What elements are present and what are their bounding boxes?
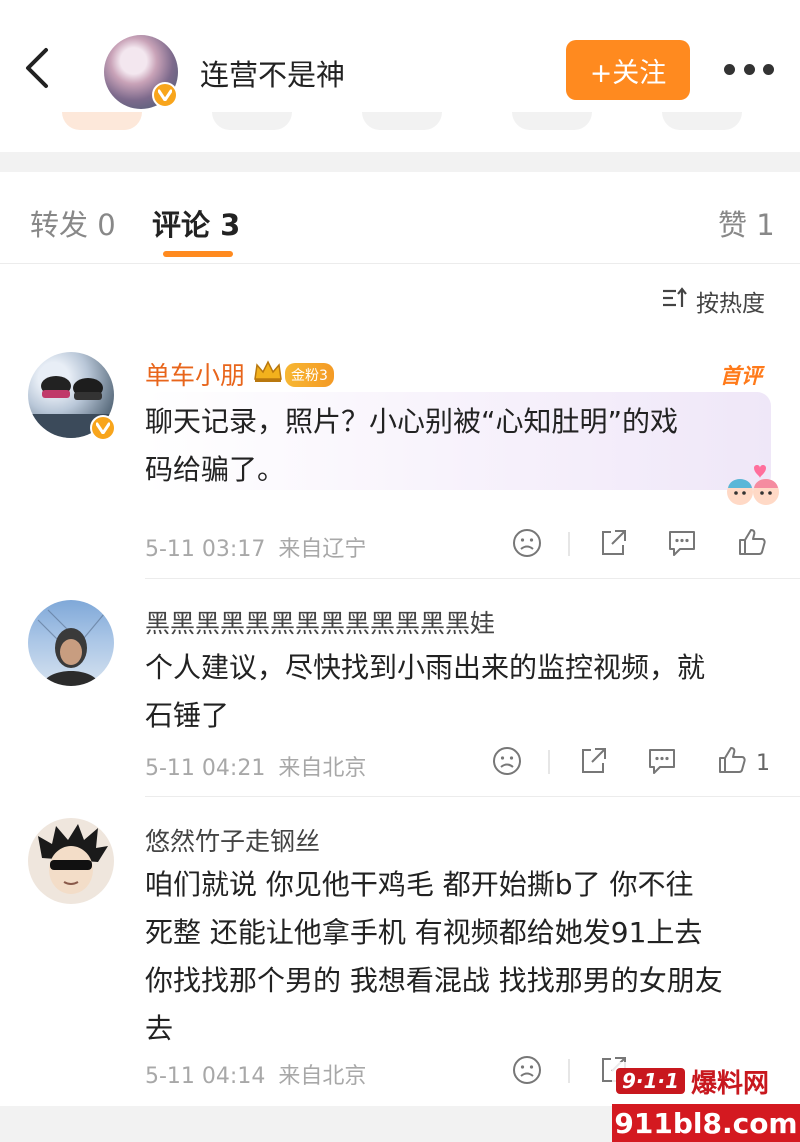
fans-level-badge: 金粉3 bbox=[285, 363, 334, 387]
verified-icon bbox=[90, 415, 116, 441]
comment-text-line: 个人建议，尽快找到小雨出来的监控视频，就 bbox=[145, 651, 706, 684]
like-button[interactable] bbox=[736, 526, 776, 564]
dislike-button[interactable] bbox=[512, 528, 542, 564]
comment-meta: 5-11 03:17 来自辽宁 bbox=[145, 531, 366, 563]
share-button[interactable] bbox=[578, 746, 608, 782]
first-comment-badge: 首评 bbox=[720, 364, 762, 388]
comment-text-line: 聊天记录，照片？小心别被“心知肚明”的戏 bbox=[145, 405, 679, 438]
comment-text-line: 你找找那个男的 我想看混战 找找那男的女朋友 bbox=[145, 964, 723, 997]
share-button[interactable] bbox=[598, 528, 628, 564]
comment-meta: 5-11 04:14 来自北京 bbox=[145, 1058, 366, 1090]
comment-icon bbox=[646, 746, 678, 782]
timestamp: 5-11 04:14 bbox=[145, 1064, 266, 1089]
tab-likes[interactable]: 赞 1 bbox=[718, 202, 775, 244]
reply-button[interactable] bbox=[666, 528, 698, 564]
watermark-url: 911bl8.com bbox=[612, 1104, 800, 1142]
active-tab-indicator bbox=[163, 251, 233, 257]
verified-icon bbox=[152, 82, 178, 108]
comment-meta: 5-11 04:21 来自北京 bbox=[145, 750, 366, 782]
location: 来自北京 bbox=[278, 756, 367, 781]
like-button[interactable]: 1 bbox=[716, 744, 770, 782]
avatar[interactable] bbox=[28, 600, 114, 686]
action-separator bbox=[568, 1059, 570, 1083]
timestamp: 5-11 04:21 bbox=[145, 756, 266, 781]
sort-icon bbox=[662, 287, 688, 315]
more-icon[interactable] bbox=[724, 62, 774, 76]
like-icon bbox=[716, 744, 748, 782]
like-count: 1 bbox=[756, 750, 770, 776]
content-preview-edge bbox=[0, 112, 800, 132]
avatar[interactable] bbox=[28, 818, 114, 904]
action-separator bbox=[548, 750, 550, 774]
location: 来自辽宁 bbox=[278, 537, 367, 562]
back-arrow-icon[interactable] bbox=[18, 46, 58, 90]
dislike-icon bbox=[512, 1055, 542, 1091]
comment-text-line: 去 bbox=[145, 1012, 174, 1045]
top-bar: 连营不是神 +关注 bbox=[0, 0, 800, 118]
tab-reposts[interactable]: 转发 0 bbox=[30, 202, 116, 244]
comment-text: 咱们就说 你见他干鸡毛 都开始撕b了 你不往 死整 还能让他拿手机 有视频都给她… bbox=[145, 861, 765, 1053]
page-title: 连营不是神 bbox=[200, 58, 346, 92]
reply-button[interactable] bbox=[646, 746, 678, 782]
follow-button[interactable]: +关注 bbox=[566, 40, 690, 100]
dislike-button[interactable] bbox=[492, 746, 522, 782]
location: 来自北京 bbox=[278, 1064, 367, 1089]
comment-divider bbox=[145, 796, 800, 797]
dislike-icon bbox=[492, 746, 522, 782]
comment-username[interactable]: 悠然竹子走钢丝 bbox=[145, 822, 320, 858]
tab-bar: 转发 0 评论 3 赞 1 bbox=[0, 172, 800, 264]
dislike-button[interactable] bbox=[512, 1055, 542, 1091]
comment-text-line: 咱们就说 你见他干鸡毛 都开始撕b了 你不往 bbox=[145, 868, 694, 901]
comment-text: 个人建议，尽快找到小雨出来的监控视频，就 石锤了 bbox=[145, 644, 765, 740]
share-icon bbox=[598, 528, 628, 564]
comment-divider bbox=[145, 578, 800, 579]
comment-username-row: 单车小朋 金粉3 bbox=[145, 356, 334, 392]
sort-toggle[interactable]: 按热度 bbox=[662, 284, 765, 318]
comment-username[interactable]: 单车小朋 bbox=[145, 361, 245, 390]
share-icon bbox=[578, 746, 608, 782]
watermark-logo: 9·1·1 bbox=[616, 1068, 685, 1094]
watermark-label: 爆料网 bbox=[690, 1068, 769, 1099]
comment-text-line: 死整 还能让他拿手机 有视频都给她发91上去 bbox=[145, 916, 703, 949]
timestamp: 5-11 03:17 bbox=[145, 537, 266, 562]
comment-username[interactable]: 黑黑黑黑黑黑黑黑黑黑黑黑黑娃 bbox=[145, 604, 495, 640]
comment-icon bbox=[666, 528, 698, 564]
sort-label: 按热度 bbox=[696, 291, 765, 317]
like-icon bbox=[736, 526, 768, 564]
sticker-icon bbox=[724, 464, 782, 512]
site-watermark: 9·1·1 爆料网 911bl8.com bbox=[612, 1062, 800, 1142]
dislike-icon bbox=[512, 528, 542, 564]
comment-text-line: 码给骗了。 bbox=[145, 453, 286, 486]
action-separator bbox=[568, 532, 570, 556]
tab-comments[interactable]: 评论 3 bbox=[152, 202, 240, 244]
section-separator bbox=[0, 152, 800, 172]
crown-icon bbox=[253, 359, 283, 389]
comment-text: 聊天记录，照片？小心别被“心知肚明”的戏 码给骗了。 bbox=[145, 398, 765, 494]
comment-text-line: 石锤了 bbox=[145, 699, 230, 732]
